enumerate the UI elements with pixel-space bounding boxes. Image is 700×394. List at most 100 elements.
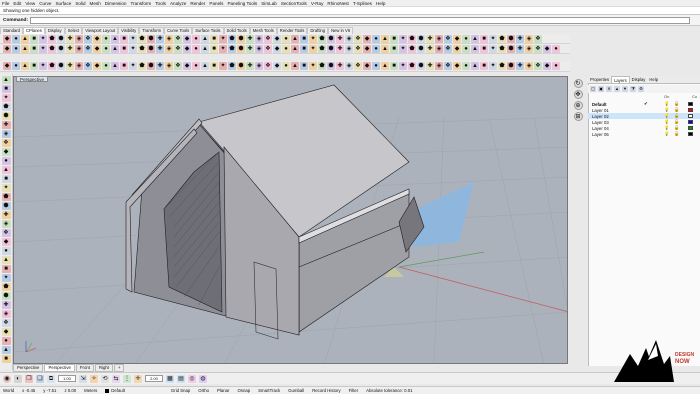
tool-icon[interactable]: ◆ xyxy=(453,44,461,53)
tool-icon[interactable]: ◈ xyxy=(255,34,263,43)
tool-icon[interactable]: ◈ xyxy=(525,34,533,43)
tool-icon[interactable]: ✚ xyxy=(246,34,254,43)
tool-icon[interactable]: ● xyxy=(372,44,380,53)
tool-icon[interactable]: ● xyxy=(462,44,470,53)
tool-icon[interactable]: ◆ xyxy=(543,62,551,70)
toolbar-tab[interactable]: Viewport Layout xyxy=(82,27,119,34)
tool-icon[interactable]: ⬢ xyxy=(1,112,11,120)
tool-icon[interactable]: ▲ xyxy=(1,346,11,354)
tool-icon[interactable]: ◈ xyxy=(1,220,11,228)
tool-icon[interactable]: ⬟ xyxy=(48,62,56,70)
tool-icon[interactable]: ✚ xyxy=(516,34,524,43)
tool-icon[interactable]: ✦ xyxy=(399,62,407,70)
tool-icon[interactable]: ◆ xyxy=(3,34,11,43)
status-toggle[interactable]: Filter xyxy=(349,388,359,393)
move-down-icon[interactable]: ▼ xyxy=(622,86,628,92)
tool-icon[interactable]: ◆ xyxy=(3,44,11,53)
add-viewport-tab-icon[interactable]: + xyxy=(113,364,125,372)
tool-icon[interactable]: ⬟ xyxy=(228,62,236,70)
tool-icon[interactable]: ✦ xyxy=(219,34,227,43)
tool-icon[interactable]: ◆ xyxy=(363,44,371,53)
tool-icon[interactable]: ▲ xyxy=(381,34,389,43)
snap-icon[interactable]: ✧ xyxy=(90,374,98,383)
tool-icon[interactable]: ■ xyxy=(120,34,128,43)
layer-color-swatch[interactable] xyxy=(688,102,693,106)
tool-icon[interactable]: ❖ xyxy=(174,44,182,53)
tool-icon[interactable]: ✦ xyxy=(1,274,11,282)
tool-icon[interactable]: ■ xyxy=(1,85,11,93)
cplane-icon[interactable]: ▤ xyxy=(177,374,185,383)
toolbar-tab[interactable]: CPlanes xyxy=(23,27,45,34)
tool-icon[interactable]: ▲ xyxy=(291,62,299,70)
toolbar-tab[interactable]: Mesh Tools xyxy=(249,27,277,34)
tool-icon[interactable]: ■ xyxy=(210,62,218,70)
tool-icon[interactable]: ✚ xyxy=(156,44,164,53)
tool-icon[interactable]: ✦ xyxy=(1,184,11,192)
menu-item[interactable]: Tools xyxy=(155,1,166,6)
menu-item[interactable]: Panels xyxy=(209,1,223,6)
layer-color-swatch[interactable] xyxy=(688,114,693,118)
tool-icon[interactable]: ⬢ xyxy=(1,202,11,210)
status-toggle[interactable]: Grid Snap xyxy=(171,388,190,393)
tool-icon[interactable]: ◈ xyxy=(1,130,11,138)
tool-icon[interactable]: ⬟ xyxy=(228,34,236,43)
panel-tab[interactable]: Properties xyxy=(588,76,611,83)
tool-icon[interactable]: ● xyxy=(102,34,110,43)
toolbar-tab[interactable]: Render Tools xyxy=(276,27,308,34)
menu-item[interactable]: View xyxy=(25,1,35,6)
tool-icon[interactable]: ⬟ xyxy=(48,34,56,43)
tool-icon[interactable]: ⬢ xyxy=(237,62,245,70)
tool-icon[interactable]: ❖ xyxy=(84,62,92,70)
tool-icon[interactable]: ⬢ xyxy=(417,62,425,70)
tool-icon[interactable]: ✚ xyxy=(516,44,524,53)
menu-item[interactable]: File xyxy=(2,1,9,6)
panel-tab[interactable]: Help xyxy=(647,76,660,83)
tool-icon[interactable]: ▲ xyxy=(201,44,209,53)
tool-icon[interactable]: ● xyxy=(1,157,11,165)
new-sublayer-icon[interactable]: ▣ xyxy=(598,86,604,92)
tool-icon[interactable]: ⬢ xyxy=(57,62,65,70)
tool-icon[interactable]: ⬟ xyxy=(48,44,56,53)
tool-icon[interactable]: ⬢ xyxy=(57,34,65,43)
tool-icon[interactable]: ◆ xyxy=(93,34,101,43)
tool-icon[interactable]: ✚ xyxy=(66,62,74,70)
tool-icon[interactable]: ⬢ xyxy=(237,44,245,53)
tool-icon[interactable]: ✚ xyxy=(156,34,164,43)
layer-color-swatch[interactable] xyxy=(688,120,693,124)
tool-icon[interactable]: ⬟ xyxy=(138,62,146,70)
viewport-title[interactable]: Perspective xyxy=(16,76,49,82)
tool-icon[interactable]: ⬟ xyxy=(408,62,416,70)
tool-icon[interactable]: ● xyxy=(12,62,20,70)
tool-icon[interactable]: ✚ xyxy=(426,62,434,70)
menu-item[interactable]: Edit xyxy=(13,1,21,6)
tool-icon[interactable]: ▲ xyxy=(1,166,11,174)
tool-icon[interactable]: ■ xyxy=(1,175,11,183)
tool-icon[interactable]: ▲ xyxy=(201,62,209,70)
rotate-view-icon[interactable]: ↻ xyxy=(573,79,583,88)
tool-icon[interactable]: ⬟ xyxy=(138,34,146,43)
pan-view-icon[interactable]: ✥ xyxy=(573,90,583,99)
toolbar-tab[interactable]: New in V6 xyxy=(328,27,354,34)
tool-icon[interactable]: ✦ xyxy=(309,62,317,70)
status-toggle[interactable]: Gumball xyxy=(288,388,304,393)
tool-icon[interactable]: ❖ xyxy=(1,319,11,327)
tool-icon[interactable]: ✦ xyxy=(489,34,497,43)
render-icon[interactable]: ◎ xyxy=(188,374,196,383)
tool-icon[interactable]: ● xyxy=(282,34,290,43)
tool-icon[interactable]: ◈ xyxy=(435,62,443,70)
tool-icon[interactable]: ● xyxy=(552,44,560,53)
tool-icon[interactable]: ✦ xyxy=(489,44,497,53)
toolbar-tab[interactable]: Drafting xyxy=(307,27,329,34)
tool-icon[interactable]: ✦ xyxy=(309,44,317,53)
paste-icon[interactable]: ❏ xyxy=(36,374,44,383)
tool-icon[interactable]: ⬟ xyxy=(138,44,146,53)
menu-item[interactable]: Help xyxy=(376,1,385,6)
osnap-value-1[interactable]: 1.00 xyxy=(58,375,76,382)
lock-icon[interactable]: ⧉ xyxy=(47,374,55,383)
tool-icon[interactable]: ❖ xyxy=(444,34,452,43)
status-toggle[interactable]: Ortho xyxy=(198,388,209,393)
tool-icon[interactable]: ✦ xyxy=(309,34,317,43)
tool-icon[interactable]: ● xyxy=(462,62,470,70)
zoom-extents-icon[interactable]: ⊞ xyxy=(573,112,583,121)
tool-icon[interactable]: ● xyxy=(462,34,470,43)
